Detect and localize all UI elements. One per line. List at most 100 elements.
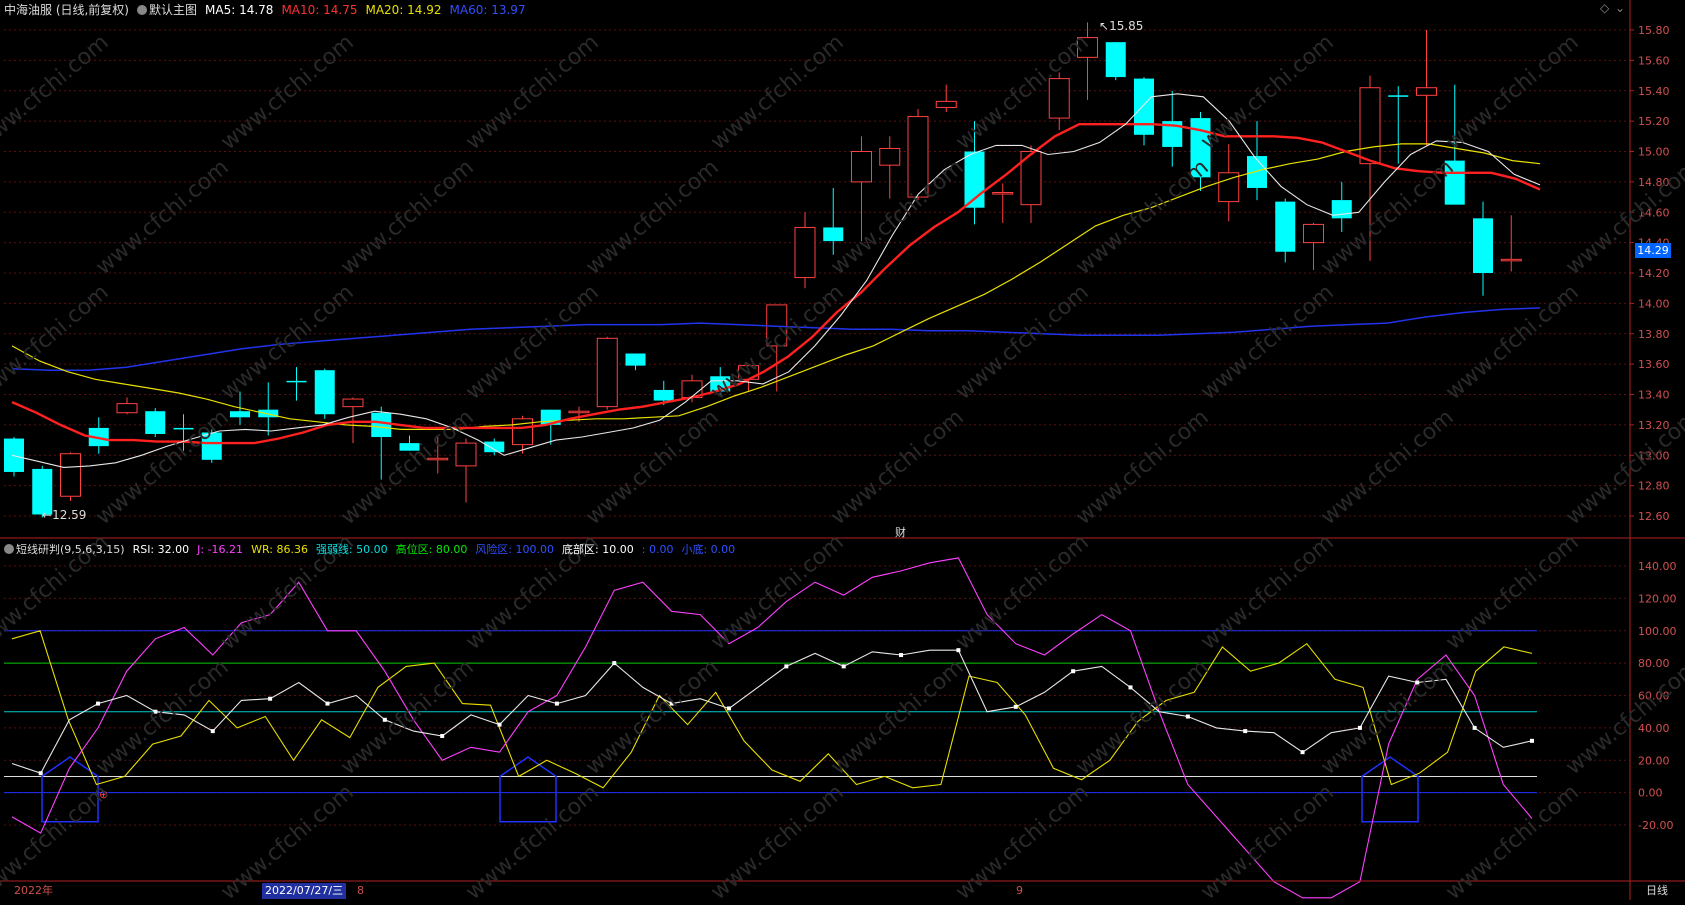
candle-body-down [314,370,335,415]
rsi-point [956,648,961,653]
candle-body-down [371,412,392,438]
rsi-point [899,653,904,658]
rsi-point [1071,669,1076,674]
rsi-point [726,706,731,711]
indicator-tick-label: 140.00 [1638,560,1677,573]
price-tick-label: 14.80 [1638,176,1670,189]
risk-zone-value: 风险区: 100.00 [475,543,555,556]
low-price-mark: ←12.59 [42,508,87,522]
price-tick-label: 13.00 [1638,449,1670,462]
indicator-tick-label: 80.00 [1638,657,1670,670]
indicator-tick-label: 40.00 [1638,722,1670,735]
finance-marker[interactable]: 财 [895,524,906,540]
candle-body-up [992,192,1014,195]
chevron-down-icon[interactable]: ⌄ [1615,1,1625,15]
candle-body-down [1473,218,1493,273]
candle-body-up [1359,87,1381,165]
candle-body-up [738,365,759,380]
stock-title[interactable]: 中海油服 (日线,前复权) [4,1,129,18]
candle-body-down [1105,42,1126,78]
candle-body-up [1077,37,1098,58]
dropdown-circle-icon[interactable] [137,4,147,15]
candle-body-up [851,151,872,183]
rsi-point [497,722,502,727]
high-price-value: 15.85 [1109,19,1144,33]
j-value: J: -16.21 [197,542,244,556]
period-label[interactable]: 日线 [1646,883,1668,899]
bottom-zone-value: 底部区: 10.00 [562,543,634,556]
indicator-title: 短线研判(9,5,6,3,15) [16,543,125,556]
candle-body-down [484,441,505,453]
candle-body-down [1247,156,1267,188]
price-tick-label: 12.60 [1638,510,1670,523]
price-tick-label: 15.60 [1638,54,1670,67]
signal-marker: ⊕ [99,788,108,801]
candle-body-down [1190,118,1211,178]
rsi-point [38,771,43,776]
candle-body-down [1275,201,1296,252]
rsi-point [841,664,846,669]
candle-body-down [653,389,674,401]
rsi-point [1243,729,1248,734]
rsi-point [669,701,674,706]
candle-body-down [823,227,844,242]
rsi-point [268,696,273,701]
rsi-point [1300,750,1305,755]
rsi-point [1530,738,1534,743]
rsi-point [153,709,158,714]
candle-body-down [145,411,166,434]
year-label: 2022年 [14,884,53,897]
diamond-icon[interactable]: ◇ [1600,1,1609,15]
rsi-point [325,701,330,706]
rsi-point [210,729,215,734]
main-chart-selector[interactable]: 默认主图 [137,1,197,18]
indicator-tick-label: 0.00 [1638,787,1663,800]
rsi-point [1128,685,1133,690]
colon-value: : 0.00 [641,542,674,556]
candle-body-down [1134,78,1154,135]
candle-body-up [1416,87,1437,96]
candle-body-up [60,453,81,497]
price-tick-label: 15.00 [1638,146,1670,159]
price-tick-label: 13.20 [1638,419,1670,432]
wr-value: WR: 86.36 [251,542,308,556]
candle-body-up [907,116,929,198]
last-price-tag: 14.29 [1635,243,1671,258]
price-tick-label: 13.80 [1638,328,1670,341]
rsi-point [96,701,101,706]
strong-weak-value: 强弱线: 50.00 [315,543,388,556]
date-cursor[interactable]: 2022/07/27/三 [262,883,347,899]
ma5-legend: MA5: 14.78 [205,2,274,17]
candle-body-up [342,398,364,408]
rsi-point [1357,725,1362,730]
candle-body-up [455,442,477,467]
candle-body-up [1303,223,1324,244]
price-tick-label: 14.00 [1638,297,1670,310]
high-zone-value: 高位区: 80.00 [395,543,468,556]
main-chart-header: 中海油服 (日线,前复权) 默认主图 MA5: 14.78 MA10: 14.7… [4,1,526,18]
ma60-legend: MA60: 13.97 [449,2,526,17]
candle-body-up [427,457,449,461]
candle-body-up [596,337,618,408]
candle-body-up [935,100,957,108]
month-label-8: 8 [357,884,364,897]
indicator-header: 短线研判(9,5,6,3,15) RSI: 32.00 J: -16.21 WR… [4,541,735,557]
candle-body-down [1444,160,1465,205]
indicator-tick-label: 100.00 [1638,625,1677,638]
candle-body-up [568,410,590,414]
dropdown-circle-icon[interactable] [4,544,14,554]
candle-body-up [1048,78,1070,119]
price-tick-label: 15.20 [1638,115,1670,128]
high-price-mark: ↖15.85 [1099,19,1144,33]
rsi-point [1472,725,1477,730]
price-tick-label: 15.80 [1638,24,1670,37]
small-bottom-value: 小底: 0.00 [681,543,736,556]
month-label-9: 9 [1016,884,1023,897]
rsi-point [1185,714,1190,719]
rsi-point [1415,680,1420,685]
rsi-point [382,717,387,722]
indicator-tick-label: 20.00 [1638,754,1670,767]
rsi-value: RSI: 32.00 [132,542,190,556]
indicator-selector[interactable]: 短线研判(9,5,6,3,15) [4,541,125,557]
stock-chart[interactable]: ⊕ 15.80 15.60 15.40 15.20 15.00 14.80 14.60 14.… [0,0,1685,900]
